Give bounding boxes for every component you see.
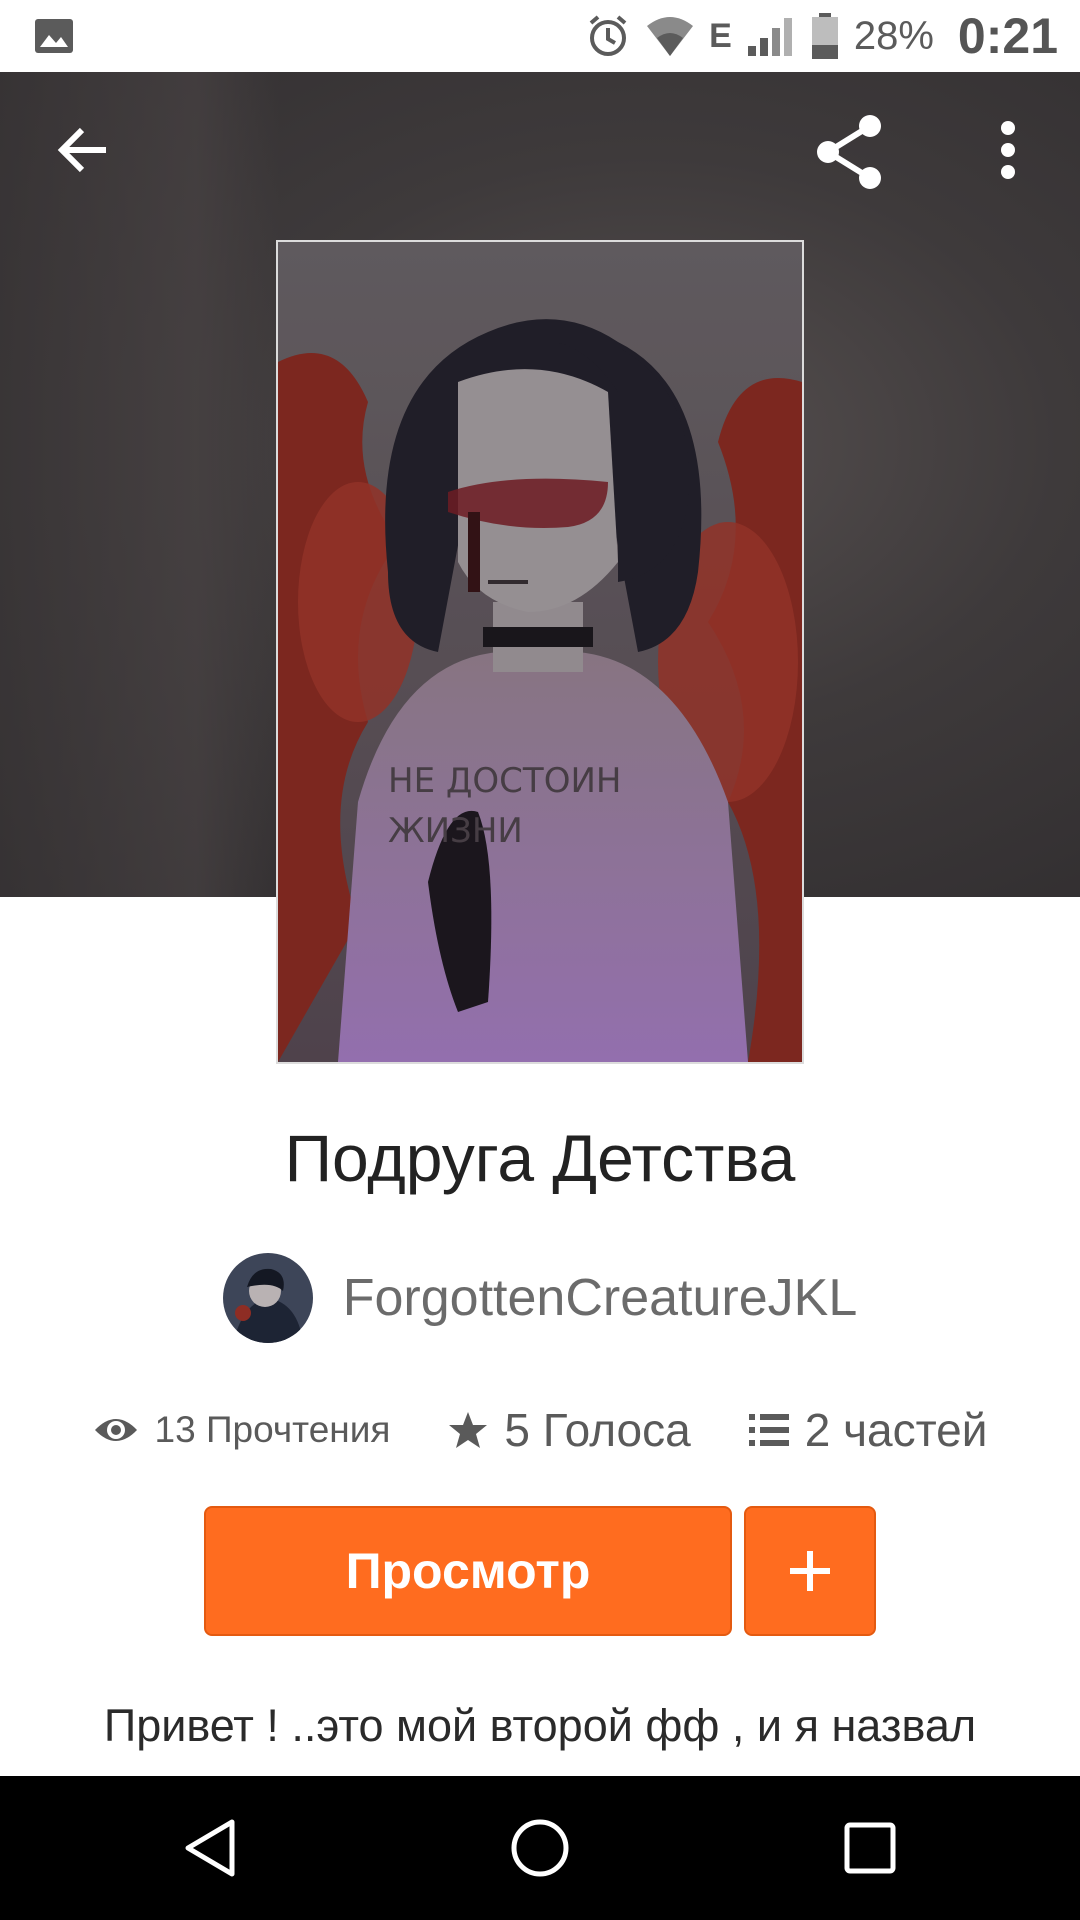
author-avatar[interactable] xyxy=(222,1252,313,1343)
parts-count: 2 частей xyxy=(804,1404,988,1456)
header-background xyxy=(0,72,280,897)
reads-stat: 13 Прочтения xyxy=(93,1409,391,1451)
network-type-label: E xyxy=(709,16,732,55)
gallery-icon xyxy=(35,19,73,53)
arrow-left-icon xyxy=(57,127,106,173)
votes-count: 5 Голоса xyxy=(504,1404,691,1456)
status-bar: E 28% 0:21 xyxy=(0,0,1080,72)
nav-home-button[interactable] xyxy=(500,1808,580,1888)
battery-icon xyxy=(811,13,838,59)
signal-icon xyxy=(747,18,792,56)
nav-home-icon xyxy=(511,1819,569,1877)
list-icon xyxy=(748,1414,789,1446)
story-description: Привет ! ..это мой второй фф , и я назва… xyxy=(103,1700,977,1751)
story-title: Подруга Детства xyxy=(284,1121,796,1195)
nav-back-icon xyxy=(185,1819,235,1877)
plus-icon xyxy=(790,1551,830,1591)
battery-percent: 28% xyxy=(853,13,934,58)
more-options-button[interactable] xyxy=(968,110,1048,190)
star-icon xyxy=(449,1412,488,1448)
nav-recents-button[interactable] xyxy=(830,1808,910,1888)
author-name[interactable]: ForgottenCreatureJKL xyxy=(343,1268,858,1328)
parts-stat: 2 частей xyxy=(748,1403,988,1457)
share-icon xyxy=(817,115,881,189)
add-to-library-button[interactable] xyxy=(744,1506,876,1636)
wifi-icon xyxy=(647,17,694,56)
more-vertical-icon xyxy=(1001,121,1015,179)
story-cover-image[interactable]: НЕ ДОСТОИН ЖИЗНИ xyxy=(276,240,804,1064)
system-nav-bar xyxy=(0,1776,1080,1920)
nav-back-button[interactable] xyxy=(170,1808,250,1888)
story-stats: 13 Прочтения 5 Голоса 2 частей xyxy=(0,1395,1080,1465)
reads-count: 13 Прочтения xyxy=(154,1409,391,1450)
author-row[interactable]: ForgottenCreatureJKL xyxy=(0,1250,1080,1345)
votes-stat: 5 Голоса xyxy=(448,1403,691,1457)
cover-illustration: НЕ ДОСТОИН ЖИЗНИ xyxy=(278,242,802,1062)
back-button[interactable] xyxy=(44,110,124,190)
nav-recents-icon xyxy=(844,1822,896,1874)
eye-icon xyxy=(94,1419,137,1441)
clock: 0:21 xyxy=(957,8,1058,64)
share-button[interactable] xyxy=(810,112,890,192)
read-button[interactable]: Просмотр xyxy=(204,1506,732,1636)
alarm-icon xyxy=(589,15,627,56)
